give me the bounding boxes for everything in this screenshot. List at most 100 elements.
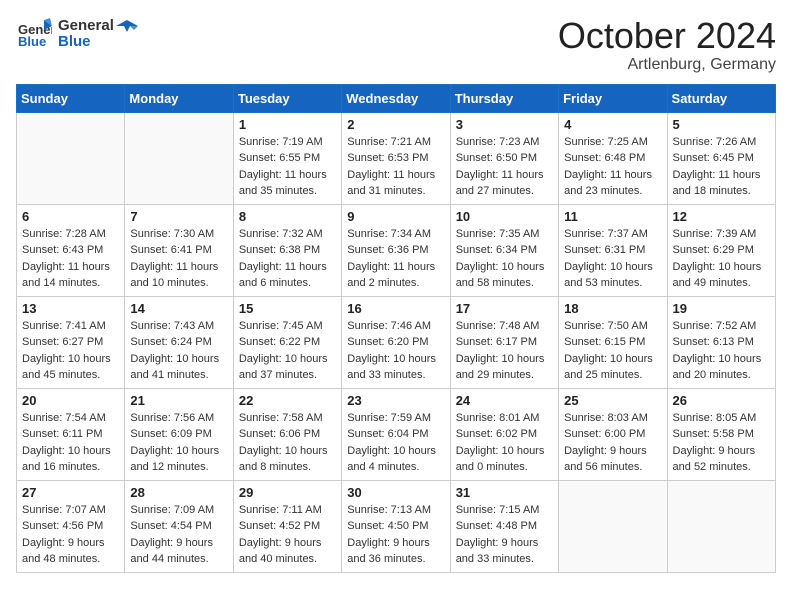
day-info: Sunrise: 7:58 AM Sunset: 6:06 PM Dayligh… bbox=[239, 410, 336, 476]
day-info: Sunrise: 7:28 AM Sunset: 6:43 PM Dayligh… bbox=[22, 226, 119, 292]
day-number: 25 bbox=[564, 393, 661, 408]
day-number: 9 bbox=[347, 209, 444, 224]
day-number: 19 bbox=[673, 301, 770, 316]
calendar-cell: 20Sunrise: 7:54 AM Sunset: 6:11 PM Dayli… bbox=[17, 388, 125, 480]
calendar-cell: 3 Sunrise: 7:23 AM Sunset: 6:50 PM Daylig… bbox=[450, 112, 558, 204]
day-info: Sunrise: 7:45 AM Sunset: 6:22 PM Dayligh… bbox=[239, 318, 336, 384]
day-number: 28 bbox=[130, 485, 227, 500]
calendar-week-row: 6 Sunrise: 7:28 AM Sunset: 6:43 PM Daylig… bbox=[17, 204, 776, 296]
day-number: 31 bbox=[456, 485, 553, 500]
day-number: 21 bbox=[130, 393, 227, 408]
calendar-cell bbox=[667, 480, 775, 572]
day-info: Sunrise: 7:37 AM Sunset: 6:31 PM Dayligh… bbox=[564, 226, 661, 292]
calendar-header-row: SundayMondayTuesdayWednesdayThursdayFrid… bbox=[17, 84, 776, 112]
logo-blue-text: Blue bbox=[58, 34, 114, 51]
logo-bird-icon bbox=[116, 18, 138, 40]
calendar-cell: 7 Sunrise: 7:30 AM Sunset: 6:41 PM Daylig… bbox=[125, 204, 233, 296]
calendar-cell: 25 Sunrise: 8:03 AM Sunset: 6:00 PM Dayli… bbox=[559, 388, 667, 480]
calendar-cell: 29 Sunrise: 7:11 AM Sunset: 4:52 PM Dayli… bbox=[233, 480, 341, 572]
day-info: Sunrise: 7:39 AM Sunset: 6:29 PM Dayligh… bbox=[673, 226, 770, 292]
day-info: Sunrise: 7:09 AM Sunset: 4:54 PM Dayligh… bbox=[130, 502, 227, 568]
day-number: 5 bbox=[673, 117, 770, 132]
day-number: 1 bbox=[239, 117, 336, 132]
calendar-cell: 27Sunrise: 7:07 AM Sunset: 4:56 PM Dayli… bbox=[17, 480, 125, 572]
calendar-cell: 15 Sunrise: 7:45 AM Sunset: 6:22 PM Dayli… bbox=[233, 296, 341, 388]
calendar-cell: 28 Sunrise: 7:09 AM Sunset: 4:54 PM Dayli… bbox=[125, 480, 233, 572]
calendar-cell: 24Sunrise: 8:01 AM Sunset: 6:02 PM Dayli… bbox=[450, 388, 558, 480]
day-number: 18 bbox=[564, 301, 661, 316]
day-number: 7 bbox=[130, 209, 227, 224]
day-info: Sunrise: 7:41 AM Sunset: 6:27 PM Dayligh… bbox=[22, 318, 119, 384]
day-number: 30 bbox=[347, 485, 444, 500]
logo-icon: General Blue bbox=[16, 16, 52, 52]
calendar-cell: 10 Sunrise: 7:35 AM Sunset: 6:34 PM Dayli… bbox=[450, 204, 558, 296]
calendar-cell: 31 Sunrise: 7:15 AM Sunset: 4:48 PM Dayli… bbox=[450, 480, 558, 572]
calendar-cell: 23Sunrise: 7:59 AM Sunset: 6:04 PM Dayli… bbox=[342, 388, 450, 480]
day-info: Sunrise: 7:35 AM Sunset: 6:34 PM Dayligh… bbox=[456, 226, 553, 292]
calendar-cell: 17Sunrise: 7:48 AM Sunset: 6:17 PM Dayli… bbox=[450, 296, 558, 388]
calendar-week-row: 27Sunrise: 7:07 AM Sunset: 4:56 PM Dayli… bbox=[17, 480, 776, 572]
calendar-header-sunday: Sunday bbox=[17, 84, 125, 112]
day-info: Sunrise: 8:03 AM Sunset: 6:00 PM Dayligh… bbox=[564, 410, 661, 476]
day-info: Sunrise: 7:46 AM Sunset: 6:20 PM Dayligh… bbox=[347, 318, 444, 384]
day-number: 4 bbox=[564, 117, 661, 132]
page-header: General Blue General Blue October 2024 A… bbox=[16, 16, 776, 74]
calendar-cell bbox=[559, 480, 667, 572]
calendar-cell: 5Sunrise: 7:26 AM Sunset: 6:45 PM Daylig… bbox=[667, 112, 775, 204]
calendar-cell: 26 Sunrise: 8:05 AM Sunset: 5:58 PM Dayli… bbox=[667, 388, 775, 480]
day-number: 2 bbox=[347, 117, 444, 132]
day-info: Sunrise: 7:43 AM Sunset: 6:24 PM Dayligh… bbox=[130, 318, 227, 384]
day-info: Sunrise: 7:50 AM Sunset: 6:15 PM Dayligh… bbox=[564, 318, 661, 384]
calendar-cell: 9Sunrise: 7:34 AM Sunset: 6:36 PM Daylig… bbox=[342, 204, 450, 296]
day-info: Sunrise: 7:11 AM Sunset: 4:52 PM Dayligh… bbox=[239, 502, 336, 568]
day-info: Sunrise: 7:19 AM Sunset: 6:55 PM Dayligh… bbox=[239, 134, 336, 200]
day-number: 14 bbox=[130, 301, 227, 316]
day-number: 6 bbox=[22, 209, 119, 224]
title-block: October 2024 Artlenburg, Germany bbox=[558, 16, 776, 74]
day-number: 16 bbox=[347, 301, 444, 316]
day-info: Sunrise: 7:15 AM Sunset: 4:48 PM Dayligh… bbox=[456, 502, 553, 568]
calendar-header-tuesday: Tuesday bbox=[233, 84, 341, 112]
day-number: 10 bbox=[456, 209, 553, 224]
calendar-cell: 11Sunrise: 7:37 AM Sunset: 6:31 PM Dayli… bbox=[559, 204, 667, 296]
day-info: Sunrise: 8:05 AM Sunset: 5:58 PM Dayligh… bbox=[673, 410, 770, 476]
calendar-week-row: 1 Sunrise: 7:19 AM Sunset: 6:55 PM Daylig… bbox=[17, 112, 776, 204]
calendar-cell: 1 Sunrise: 7:19 AM Sunset: 6:55 PM Daylig… bbox=[233, 112, 341, 204]
logo: General Blue General Blue bbox=[16, 16, 138, 52]
calendar-cell bbox=[17, 112, 125, 204]
calendar-cell: 22 Sunrise: 7:58 AM Sunset: 6:06 PM Dayli… bbox=[233, 388, 341, 480]
calendar-cell: 2 Sunrise: 7:21 AM Sunset: 6:53 PM Daylig… bbox=[342, 112, 450, 204]
day-number: 17 bbox=[456, 301, 553, 316]
logo-general-text: General bbox=[58, 18, 114, 35]
day-info: Sunrise: 7:59 AM Sunset: 6:04 PM Dayligh… bbox=[347, 410, 444, 476]
calendar-cell: 19Sunrise: 7:52 AM Sunset: 6:13 PM Dayli… bbox=[667, 296, 775, 388]
svg-text:Blue: Blue bbox=[18, 34, 46, 49]
calendar-cell: 30Sunrise: 7:13 AM Sunset: 4:50 PM Dayli… bbox=[342, 480, 450, 572]
day-info: Sunrise: 7:21 AM Sunset: 6:53 PM Dayligh… bbox=[347, 134, 444, 200]
calendar-cell: 16 Sunrise: 7:46 AM Sunset: 6:20 PM Dayli… bbox=[342, 296, 450, 388]
calendar-cell: 8 Sunrise: 7:32 AM Sunset: 6:38 PM Daylig… bbox=[233, 204, 341, 296]
calendar-header-monday: Monday bbox=[125, 84, 233, 112]
calendar-week-row: 20Sunrise: 7:54 AM Sunset: 6:11 PM Dayli… bbox=[17, 388, 776, 480]
calendar-header-thursday: Thursday bbox=[450, 84, 558, 112]
day-number: 8 bbox=[239, 209, 336, 224]
day-info: Sunrise: 7:23 AM Sunset: 6:50 PM Dayligh… bbox=[456, 134, 553, 200]
calendar-cell: 13Sunrise: 7:41 AM Sunset: 6:27 PM Dayli… bbox=[17, 296, 125, 388]
location-title: Artlenburg, Germany bbox=[558, 56, 776, 74]
day-number: 22 bbox=[239, 393, 336, 408]
day-number: 3 bbox=[456, 117, 553, 132]
day-number: 24 bbox=[456, 393, 553, 408]
calendar-week-row: 13Sunrise: 7:41 AM Sunset: 6:27 PM Dayli… bbox=[17, 296, 776, 388]
day-info: Sunrise: 7:32 AM Sunset: 6:38 PM Dayligh… bbox=[239, 226, 336, 292]
day-info: Sunrise: 7:30 AM Sunset: 6:41 PM Dayligh… bbox=[130, 226, 227, 292]
calendar-cell bbox=[125, 112, 233, 204]
calendar-header-friday: Friday bbox=[559, 84, 667, 112]
calendar-cell: 6 Sunrise: 7:28 AM Sunset: 6:43 PM Daylig… bbox=[17, 204, 125, 296]
day-number: 29 bbox=[239, 485, 336, 500]
calendar-cell: 18 Sunrise: 7:50 AM Sunset: 6:15 PM Dayli… bbox=[559, 296, 667, 388]
calendar-cell: 21Sunrise: 7:56 AM Sunset: 6:09 PM Dayli… bbox=[125, 388, 233, 480]
month-title: October 2024 bbox=[558, 16, 776, 56]
day-number: 26 bbox=[673, 393, 770, 408]
day-number: 12 bbox=[673, 209, 770, 224]
day-number: 15 bbox=[239, 301, 336, 316]
